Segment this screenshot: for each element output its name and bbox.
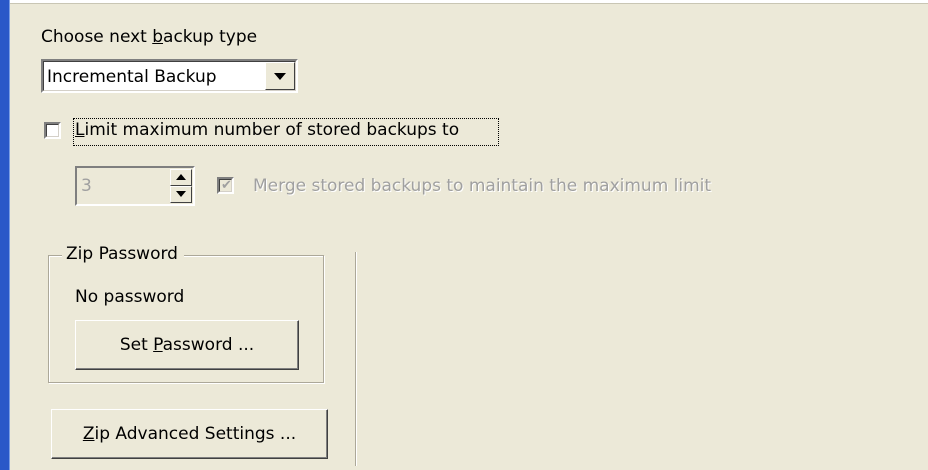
top-border-shadow [10, 3, 928, 4]
zip-advanced-button-mnemonic: Z [82, 424, 95, 444]
merge-backups-label: Merge stored backups to maintain the max… [253, 176, 712, 196]
arrow-up-icon [176, 174, 186, 180]
backup-type-label-mnemonic: b [152, 27, 164, 47]
merge-backups-checkbox[interactable]: ✔ [217, 177, 234, 194]
limit-backups-label[interactable]: Limit maximum number of stored backups t… [75, 120, 459, 140]
dropdown-arrow-button[interactable] [265, 62, 295, 90]
zip-advanced-button-suffix: ip Advanced Settings ... [94, 424, 297, 444]
set-password-button-mnemonic: P [153, 335, 163, 355]
arrow-down-icon [176, 191, 186, 197]
backup-type-selected-value: Incremental Backup [47, 67, 217, 87]
spinner-down-button[interactable] [170, 186, 192, 203]
backup-type-dropdown[interactable]: Incremental Backup [41, 59, 298, 93]
set-password-button-prefix: Set [119, 335, 154, 355]
backup-type-label-prefix: Choose next [41, 27, 153, 47]
left-accent-highlight [9, 0, 10, 470]
left-accent-bar [0, 0, 9, 470]
set-password-button-suffix: assword ... [162, 335, 255, 355]
vertical-separator [355, 252, 356, 466]
backup-type-label-suffix: ackup type [163, 27, 258, 47]
password-status-text: No password [75, 287, 185, 307]
checkmark-icon: ✔ [221, 178, 232, 193]
zip-password-group-title: Zip Password [62, 244, 184, 264]
max-backups-value: 3 [81, 176, 92, 196]
max-backups-spinner[interactable]: 3 [75, 166, 195, 206]
spinner-up-button[interactable] [170, 169, 192, 186]
spinner-buttons [170, 169, 192, 203]
chevron-down-icon [274, 73, 286, 80]
set-password-button[interactable]: Set Password ... [75, 320, 299, 370]
limit-backups-label-rest: imit maximum number of stored backups to [84, 120, 460, 140]
zip-advanced-settings-button[interactable]: Zip Advanced Settings ... [51, 409, 328, 459]
backup-type-label: Choose next backup type [41, 27, 257, 47]
limit-backups-checkbox[interactable] [44, 122, 61, 139]
